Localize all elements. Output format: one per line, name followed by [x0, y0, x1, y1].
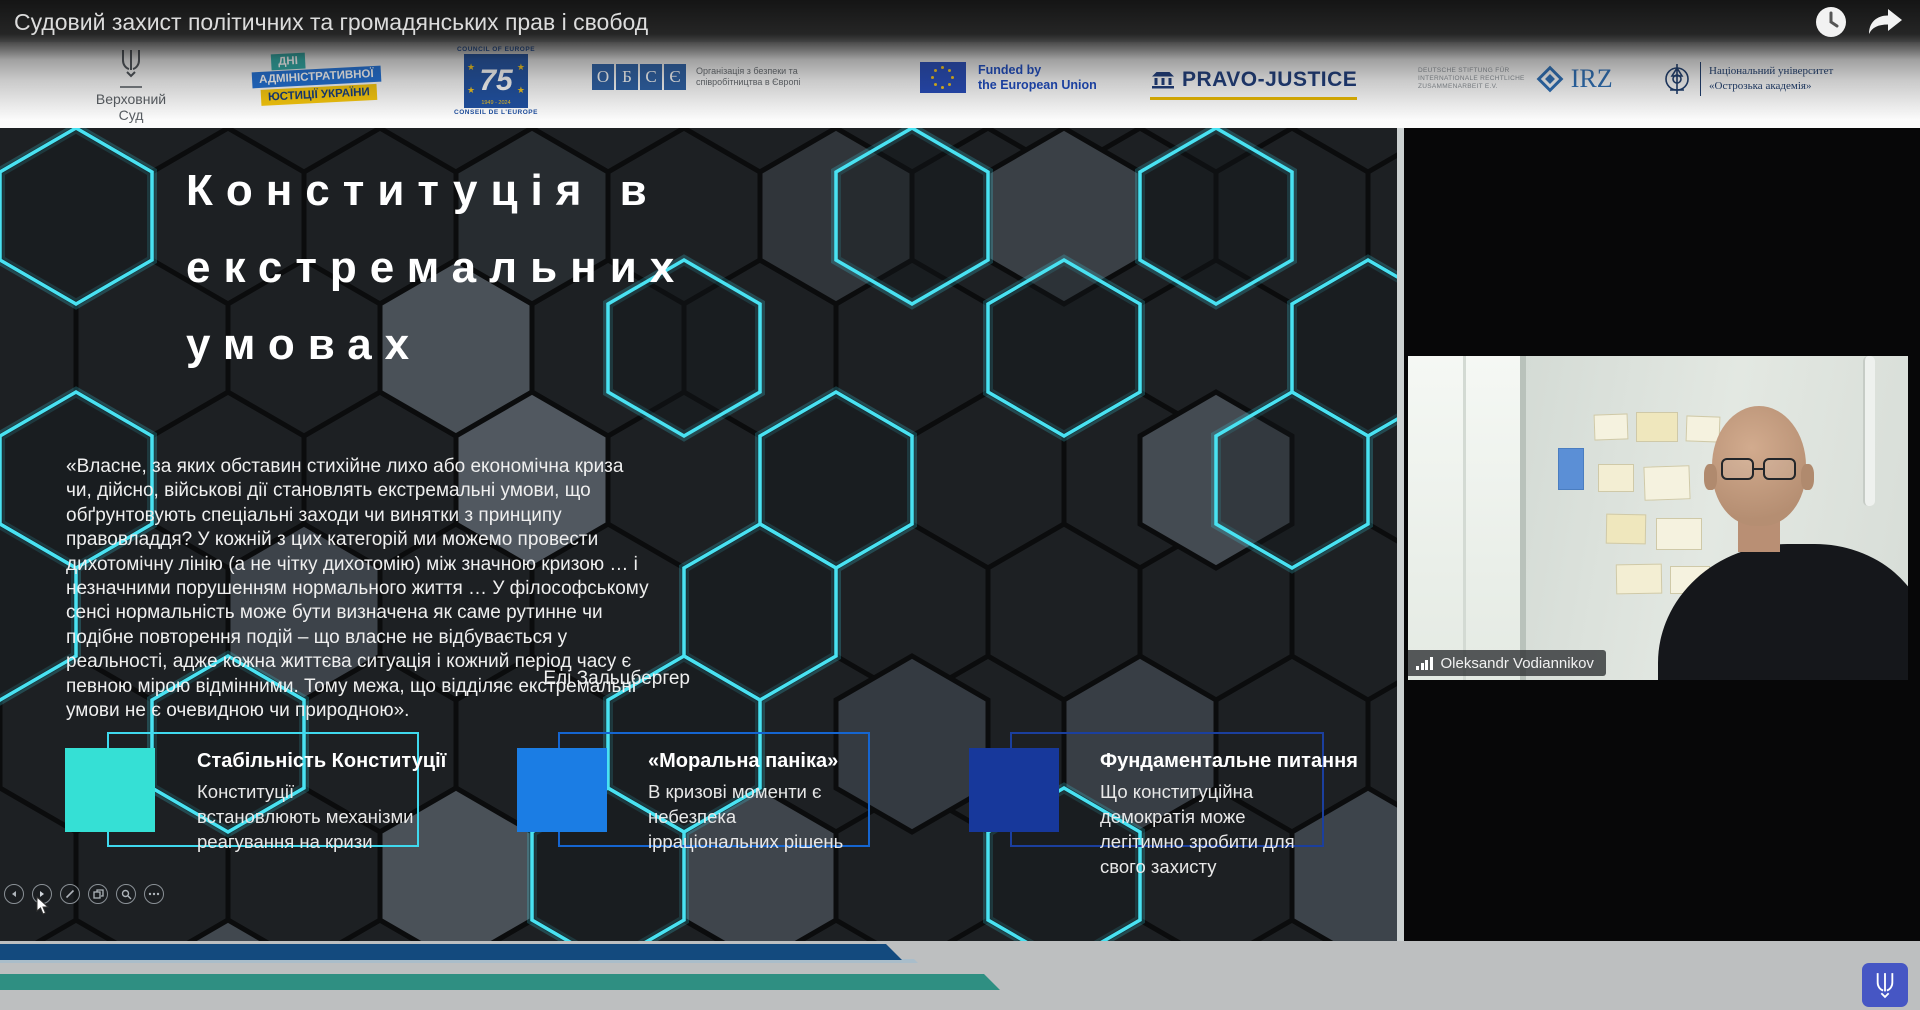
speaker-name-bar: Oleksandr Vodiannikov: [1408, 650, 1606, 676]
card-fundamental-question: [969, 748, 1059, 832]
wall-paper: [1558, 448, 1584, 490]
slides-overview-button[interactable]: [88, 884, 108, 904]
trident-icon: [119, 65, 143, 82]
diamond-icon: [1535, 64, 1565, 94]
wall-paper: [1594, 413, 1629, 440]
video-player: Верховний Суд ДНІ АДМІНІСТРАТИВНОЇ ЮСТИЦ…: [0, 0, 1920, 1010]
pen-button[interactable]: [60, 884, 80, 904]
conference-header: Верховний Суд ДНІ АДМІНІСТРАТИВНОЇ ЮСТИЦ…: [0, 42, 1920, 128]
prev-slide-button[interactable]: [4, 884, 24, 904]
wall-paper: [1643, 465, 1690, 501]
mouse-cursor: [36, 896, 50, 921]
progress-bar-navy: [0, 944, 902, 960]
speaker-ear: [1704, 464, 1717, 490]
slide-controls: [4, 884, 164, 904]
logo-pravo-justice: PRAVO-JUSTICE: [1150, 68, 1357, 100]
presentation-slide: Конституція в екстремальних умовах «Влас…: [0, 128, 1397, 941]
speaker-body: [1658, 544, 1908, 680]
logo-supreme-court: Верховний Суд: [86, 48, 176, 123]
share-icon[interactable]: [1866, 5, 1904, 44]
speaker-webcam-video: Oleksandr Vodiannikov: [1408, 356, 1908, 680]
panel-divider: [1397, 128, 1404, 941]
logo-ostroh-academy: Національний університет «Острозька акад…: [1662, 60, 1833, 98]
wall-paper: [1606, 514, 1647, 545]
speaker-ear: [1801, 464, 1814, 490]
logo-label: Верховний Суд: [86, 91, 176, 123]
progress-bar-teal: [0, 974, 1000, 990]
wall-paper: [1656, 518, 1702, 550]
card-accent-square: [65, 748, 155, 832]
window: [1408, 356, 1526, 680]
video-title[interactable]: Судовий захист політичних та громадянськ…: [14, 9, 648, 36]
logo-osce: О Б С Є Організація з безпеки та співроб…: [592, 64, 800, 90]
card-accent-square: [517, 748, 607, 832]
more-options-button[interactable]: [144, 884, 164, 904]
bridge-icon: [1150, 71, 1176, 89]
logo-irz: DEUTSCHE STIFTUNG FÜR INTERNATIONALE REC…: [1418, 64, 1613, 94]
trident-badge-icon: [1862, 963, 1908, 1007]
wall-paper: [1636, 412, 1678, 442]
divider: [120, 86, 142, 88]
signal-bars-icon: [1416, 657, 1433, 670]
wall-paper: [1686, 415, 1721, 442]
speaker-panel: Oleksandr Vodiannikov: [1404, 128, 1920, 941]
crest-icon: [1662, 60, 1692, 98]
zoom-button[interactable]: [116, 884, 136, 904]
quote-author: Елі Зальцбергер: [440, 668, 690, 690]
bottom-strip: [0, 941, 1920, 1010]
speaker-name: Oleksandr Vodiannikov: [1441, 655, 1594, 672]
logo-council-of-europe: COUNCIL OF EUROPE ★ ★ ★ ★ 75 1949 - 2024…: [452, 46, 540, 116]
wall-paper: [1616, 564, 1663, 595]
glasses: [1721, 458, 1796, 480]
slide-title: Конституція в екстремальних умовах: [186, 152, 687, 383]
wall-pipe: [1863, 356, 1875, 506]
logo-eu: Funded by the European Union: [920, 62, 1097, 93]
wall-paper: [1598, 464, 1634, 492]
watch-later-clock-icon[interactable]: [1814, 5, 1848, 44]
logo-admin-justice-days: ДНІ АДМІНІСТРАТИВНОЇ ЮСТИЦІЇ УКРАЇНИ: [251, 47, 382, 107]
coe-75-box: ★ ★ ★ ★ 75 1949 - 2024: [464, 54, 528, 108]
eu-flag-icon: [920, 62, 966, 93]
